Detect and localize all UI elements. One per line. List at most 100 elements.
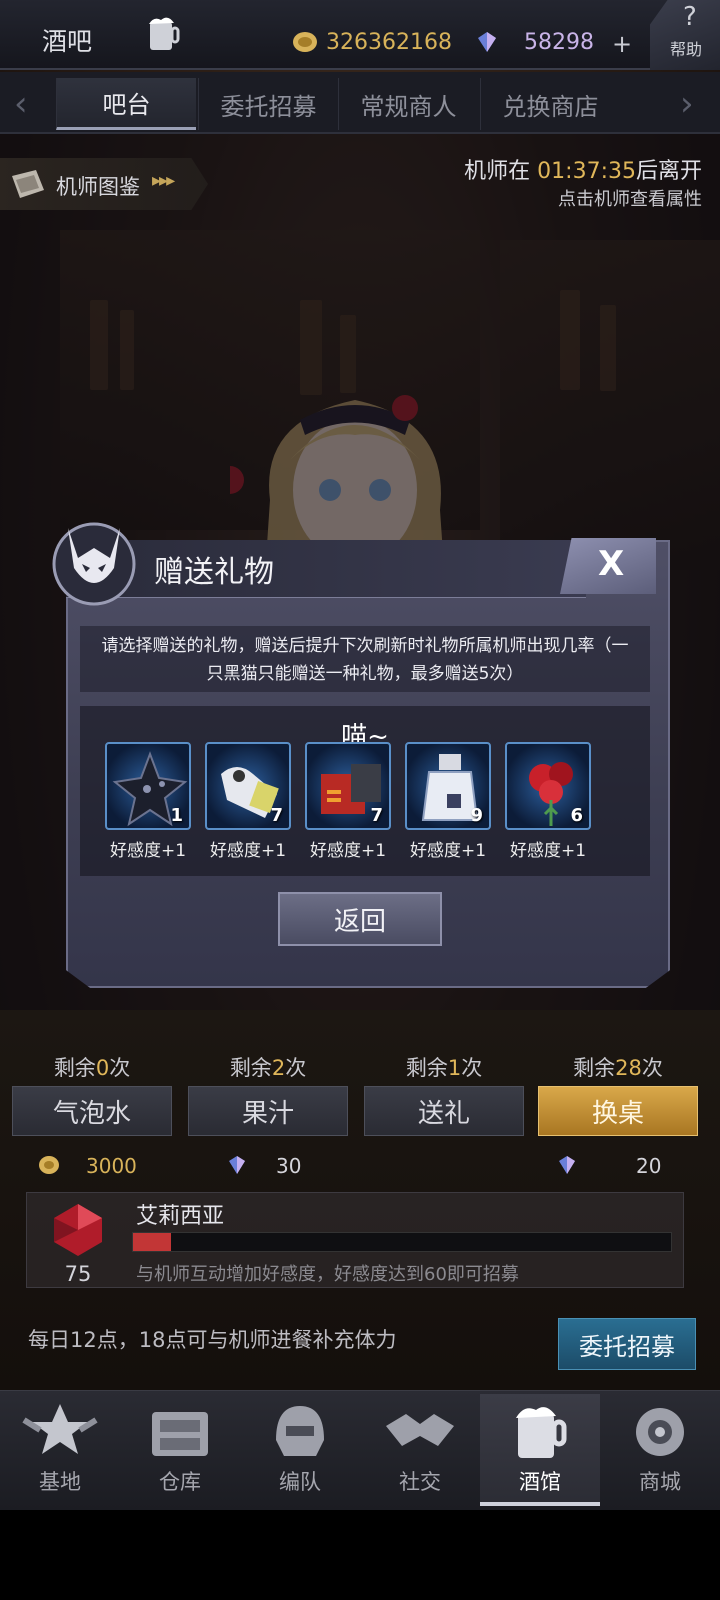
tab-bar-counter[interactable]: 吧台	[56, 78, 196, 130]
close-icon: X	[598, 544, 625, 584]
favor-progress-bar	[132, 1232, 672, 1252]
help-button[interactable]: ? 帮助	[650, 0, 720, 70]
dialog-description: 请选择赠送的礼物，赠送后提升下次刷新时礼物所属机师出现几率（一只黑猫只能赠送一种…	[80, 626, 650, 692]
help-label: 帮助	[670, 40, 703, 59]
gem-amount: 58298	[524, 30, 594, 55]
nav-label: 酒馆	[519, 1470, 561, 1494]
dialog-header	[66, 540, 586, 598]
diamond-icon	[478, 32, 496, 52]
pilot-tap-hint: 点击机师查看属性	[558, 189, 702, 210]
soda-cost: 3000	[86, 1154, 137, 1178]
nav-label: 商城	[639, 1470, 681, 1494]
codex-arrows-icon: ▸▸▸	[152, 170, 175, 191]
nav-label: 基地	[39, 1470, 81, 1494]
remain-suffix: 次	[109, 1056, 131, 1080]
handshake-icon	[386, 1414, 454, 1446]
tab-regular-merchant[interactable]: 常规商人	[338, 78, 478, 130]
item-label: 好感度+1	[309, 841, 387, 861]
juice-button[interactable]: 果汁	[188, 1086, 348, 1136]
remaining-count: 剩余2次	[188, 1052, 348, 1082]
nav-base[interactable]: 基地	[0, 1394, 120, 1506]
remaining-count: 剩余0次	[12, 1052, 172, 1082]
item-label: 好感度+1	[109, 841, 187, 861]
favor-progress-fill	[133, 1233, 171, 1251]
nav-social[interactable]: 社交	[360, 1394, 480, 1506]
nav-formation[interactable]: 编队	[240, 1394, 360, 1506]
remain-number: 2	[271, 1056, 286, 1080]
back-button[interactable]: 返回	[278, 892, 442, 946]
gold-coin-icon	[293, 32, 317, 52]
remaining-count: 剩余1次	[364, 1052, 524, 1082]
gift-item[interactable]: 9 好感度+1	[405, 742, 491, 861]
remain-prefix: 剩余	[405, 1056, 448, 1080]
gift-item[interactable]: 6 好感度+1	[505, 742, 591, 861]
nav-label: 编队	[279, 1470, 321, 1494]
diamond-icon	[559, 1156, 575, 1174]
remain-number: 1	[447, 1056, 462, 1080]
codex-label: 机师图鉴	[56, 175, 140, 199]
nav-tavern[interactable]: 酒馆	[480, 1394, 600, 1506]
shop-icon	[636, 1408, 684, 1456]
remain-prefix: 剩余	[53, 1056, 96, 1080]
item-count: 1	[170, 805, 183, 826]
add-gems-button[interactable]: +	[612, 30, 632, 58]
item-count: 7	[370, 805, 383, 826]
remaining-count: 剩余28次	[538, 1052, 698, 1082]
pilot-codex-button[interactable]: 机师图鉴 ▸▸▸	[0, 158, 208, 210]
item-count: 6	[570, 805, 583, 826]
tab-commission-recruit[interactable]: 委托招募	[198, 78, 338, 130]
nav-shop[interactable]: 商城	[600, 1394, 720, 1506]
change-table-button[interactable]: 换桌	[538, 1086, 698, 1136]
tab-exchange-shop[interactable]: 兑换商店	[480, 78, 620, 130]
gold-amount: 326362168	[326, 30, 452, 55]
dialog-title: 赠送礼物	[154, 555, 274, 590]
system-bar	[0, 1510, 720, 1600]
black-cat-emblem-icon	[52, 522, 136, 606]
commission-recruit-button[interactable]: 委托招募	[558, 1318, 696, 1370]
juice-cost: 30	[276, 1154, 302, 1178]
pilot-leave-timer: 机师在 01:37:35后离开	[464, 153, 702, 185]
gift-item[interactable]: 7 好感度+1	[205, 742, 291, 861]
page-title: 酒吧	[42, 27, 93, 56]
timer-prefix: 机师在	[464, 159, 538, 184]
remain-number: 28	[615, 1056, 642, 1080]
gift-item[interactable]: 7 好感度+1	[305, 742, 391, 861]
remain-prefix: 剩余	[229, 1056, 272, 1080]
tavern-icon	[516, 1407, 567, 1458]
tab-bar: ‹ 吧台 委托招募 常规商人 兑换商店 ›	[0, 72, 720, 134]
nav-warehouse[interactable]: 仓库	[120, 1394, 240, 1506]
timer-suffix: 后离开	[635, 159, 702, 184]
soda-button[interactable]: 气泡水	[12, 1086, 172, 1136]
tab-prev-arrow-icon[interactable]: ‹	[14, 84, 28, 124]
top-bar: 酒吧 326362168 58298 + ? 帮助	[0, 0, 720, 70]
change-table-cost: 20	[636, 1154, 662, 1178]
pilot-name: 艾莉西亚	[136, 1204, 225, 1229]
item-count: 9	[470, 805, 483, 826]
nav-label: 社交	[399, 1470, 441, 1494]
timer-time: 01:37:35	[537, 159, 636, 184]
item-label: 好感度+1	[209, 841, 287, 861]
warehouse-icon	[152, 1412, 208, 1456]
nav-label: 仓库	[159, 1470, 201, 1494]
gold-coin-icon	[39, 1156, 59, 1174]
item-label: 好感度+1	[409, 841, 487, 861]
item-label: 好感度+1	[509, 841, 587, 861]
gift-item[interactable]: 1 好感度+1	[105, 742, 191, 861]
base-icon	[22, 1404, 98, 1454]
book-icon	[12, 170, 44, 198]
remain-suffix: 次	[461, 1056, 483, 1080]
help-icon: ?	[683, 2, 697, 32]
remain-suffix: 次	[641, 1056, 663, 1080]
favor-crystal-icon	[54, 1204, 102, 1256]
favor-hint: 与机师互动增加好感度，好感度达到60即可招募	[136, 1264, 519, 1285]
diamond-icon	[229, 1156, 245, 1174]
close-button[interactable]: X	[560, 538, 656, 594]
tab-next-arrow-icon[interactable]: ›	[680, 84, 694, 124]
meal-hint: 每日12点，18点可与机师进餐补充体力	[28, 1328, 397, 1352]
give-gift-button[interactable]: 送礼	[364, 1086, 524, 1136]
helmet-icon	[276, 1406, 324, 1456]
remain-number: 0	[95, 1056, 110, 1080]
remain-prefix: 剩余	[573, 1056, 616, 1080]
item-count: 7	[270, 805, 283, 826]
beer-mug-icon	[149, 17, 180, 50]
